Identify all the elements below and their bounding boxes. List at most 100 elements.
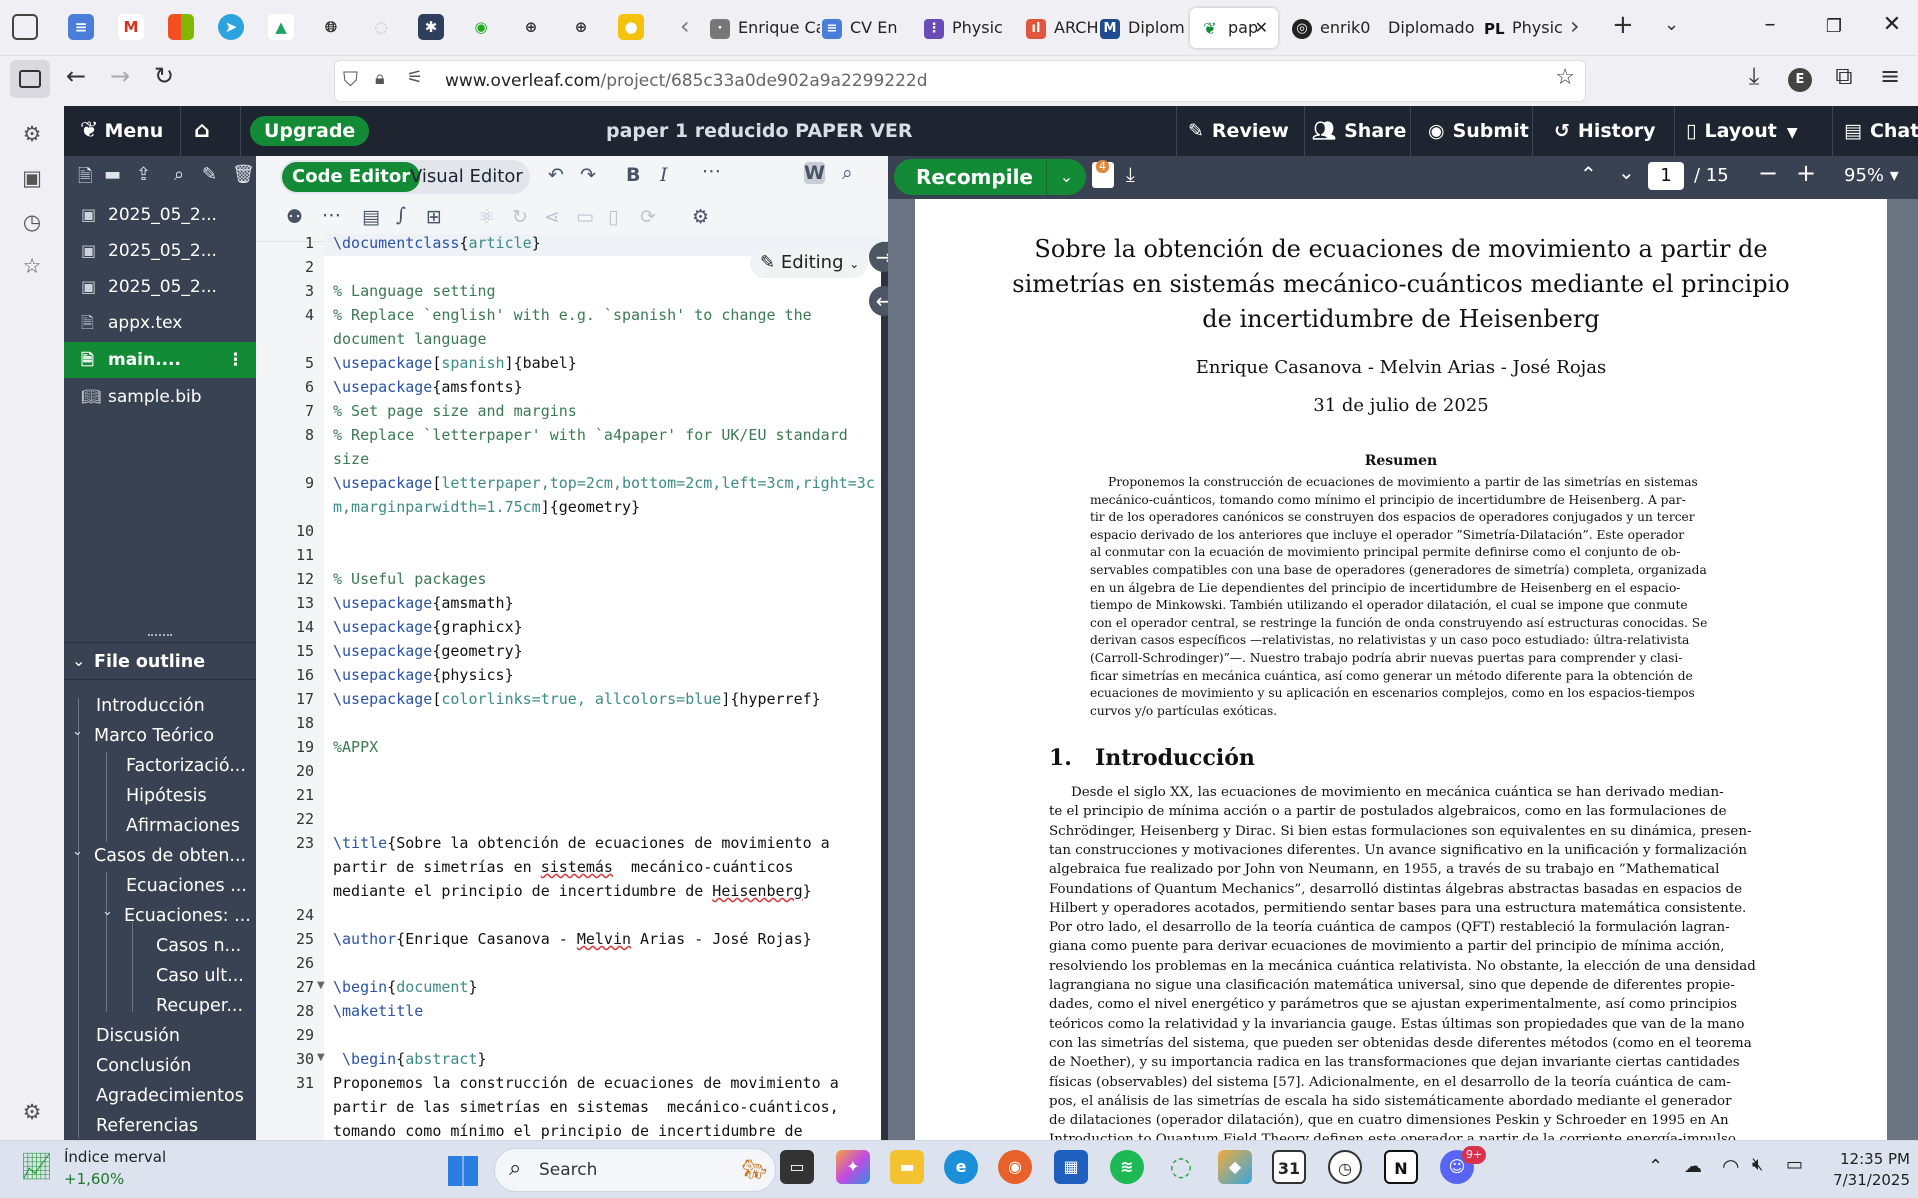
browser-tab[interactable]: Diplomado (1388, 8, 1478, 48)
bold-icon[interactable]: B (626, 164, 640, 186)
notion-icon[interactable]: N (1384, 1150, 1418, 1184)
history-clock-icon[interactable]: ◷ (19, 210, 45, 234)
share-button[interactable]: 👥︎ Share (1312, 106, 1406, 156)
firefox-icon[interactable]: ◉ (998, 1150, 1032, 1184)
code-line[interactable]: \usepackage{physics} (333, 666, 514, 684)
synced-tabs-icon[interactable]: ▣ (19, 166, 45, 190)
code-line[interactable]: mediante el principio de incertidumbre d… (333, 882, 812, 900)
outline-item[interactable]: Recuper... (156, 996, 254, 1016)
browser-tab[interactable]: M Diplom (1100, 8, 1200, 48)
page-number-input[interactable]: 1 (1648, 162, 1684, 190)
tree-resize-handle[interactable] (148, 634, 172, 638)
code-line[interactable]: \usepackage[colorlinks=true, allcolors=b… (333, 690, 821, 708)
tab-list-icon[interactable] (12, 14, 38, 40)
bookmarks-star-icon[interactable]: ☆ (19, 254, 45, 278)
code-line[interactable]: \usepackage{geometry} (333, 642, 523, 660)
outline-item[interactable]: Introducción (96, 696, 254, 716)
store-icon[interactable]: ▦ (1054, 1150, 1088, 1184)
spotify-icon[interactable]: ≋ (1110, 1150, 1144, 1184)
document-icon[interactable]: ▯ (608, 206, 618, 228)
table-icon[interactable]: ⊞ (426, 206, 442, 228)
forward-icon[interactable]: → (102, 62, 138, 90)
browser-tab[interactable]: ◎ enrik0 (1292, 8, 1390, 48)
visual-editor-toggle[interactable]: Visual Editor (410, 162, 523, 192)
download-pdf-icon[interactable]: ⤓ (1126, 162, 1135, 186)
editing-mode-dropdown[interactable]: ✎ Editing ⌄ (750, 248, 868, 278)
code-line[interactable]: partir de simetrías en sistemás mecánico… (333, 858, 794, 876)
app-menu-icon[interactable]: ≡ (1872, 62, 1908, 90)
file-item[interactable]: 📖︎ sample.bib (64, 380, 256, 414)
code-line[interactable]: size (333, 450, 369, 468)
photos-icon[interactable]: ◆ (1218, 1150, 1252, 1184)
browser-tab[interactable]: · Enrique Ca (710, 8, 820, 48)
task-view-icon[interactable]: ▭ (780, 1150, 814, 1184)
window-close-icon[interactable]: ✕ (1872, 12, 1912, 37)
outline-header[interactable]: ⌄ File outline (64, 642, 256, 680)
search-icon[interactable]: ⌕ (842, 162, 853, 184)
minimize-icon[interactable]: – (1750, 12, 1790, 37)
outline-item[interactable]: Ecuaciones: ... (124, 906, 254, 926)
gmail-icon[interactable]: M (118, 14, 144, 40)
globe-icon[interactable]: ⊕ (568, 14, 594, 40)
search-icon[interactable]: ⌕ (174, 164, 184, 185)
zoom-level-dropdown[interactable]: 95% ▾ (1844, 165, 1899, 186)
integral-math-icon[interactable]: ∫ (396, 204, 406, 226)
upgrade-button[interactable]: Upgrade (250, 116, 370, 146)
code-line[interactable]: document language (333, 330, 487, 348)
code-line[interactable]: \usepackage{amsfonts} (333, 378, 523, 396)
recompile-dropdown-icon[interactable]: ⌄ (1046, 159, 1086, 195)
layout-button[interactable]: ▯ Layout ▼ (1686, 106, 1798, 156)
project-title[interactable]: paper 1 reducido PAPER VER (606, 106, 913, 156)
redo-icon[interactable]: ↷ (580, 164, 596, 186)
file-explorer-icon[interactable]: ▬ (890, 1150, 924, 1184)
delete-icon[interactable]: 🗑︎ (232, 164, 255, 185)
ai-chatbot-icon[interactable]: ⚙︎ (19, 122, 45, 146)
tracking-shield-icon[interactable]: ⛉ (343, 67, 358, 91)
code-line[interactable]: \usepackage[spanish]{babel} (333, 354, 577, 372)
outline-item[interactable]: Ecuaciones ... (126, 876, 254, 896)
permissions-icon[interactable]: ⚟ (407, 67, 423, 88)
italic-icon[interactable]: I (660, 164, 668, 186)
back-icon[interactable]: ← (58, 62, 94, 90)
customize-sidebar-icon[interactable]: ⚙ (19, 1100, 45, 1124)
code-editor-toggle[interactable]: Code Editor (282, 162, 421, 192)
fold-arrow-icon[interactable]: ▼ (317, 980, 325, 991)
taskbar-search[interactable]: ⌕ Search 🐅︎ (494, 1148, 776, 1192)
restore-icon[interactable]: ❐ (1814, 16, 1854, 37)
browser-tab[interactable]: PL Physic (1484, 8, 1584, 48)
code-line[interactable]: \begin{document} (333, 978, 478, 996)
outline-item[interactable]: Discusión (96, 1026, 254, 1046)
url-bar[interactable]: ⛉ 🔒︎ ⚟ www.overleaf.com/project/685c33a0… (334, 60, 1586, 102)
horizontal-rule-icon[interactable]: ⋯ (322, 204, 341, 226)
logs-icon[interactable]: 4 (1092, 160, 1114, 188)
code-line[interactable]: Proponemos la construcción de ecuaciones… (333, 1074, 839, 1092)
outline-item[interactable]: Agradecimientos (96, 1086, 254, 1106)
code-line[interactable]: \author{Enrique Casanova - Melvin Arias … (333, 930, 812, 948)
tool-icon[interactable]: ⚛ (478, 206, 495, 228)
code-line[interactable]: partir de las simetrías en sistemas mecá… (333, 1098, 839, 1116)
next-page-icon[interactable]: ⌄ (1618, 160, 1635, 184)
windows-start-icon[interactable] (448, 1156, 478, 1186)
zoom-out-icon[interactable]: − (1758, 159, 1778, 187)
code-line[interactable]: % Replace `letterpaper' with `a4paper' f… (333, 426, 848, 444)
file-item[interactable]: ▣ 2025_05_2... (64, 270, 256, 304)
outline-item[interactable]: Referencias (96, 1116, 254, 1136)
sidebar-toggle-icon[interactable] (10, 60, 50, 98)
microsoft-icon[interactable] (168, 14, 194, 40)
loading-icon[interactable]: ◌ (368, 14, 394, 40)
copilot-icon[interactable]: ✦ (836, 1150, 870, 1184)
history-button[interactable]: ↺ History (1554, 106, 1656, 156)
code-line[interactable]: %APPX (333, 738, 378, 756)
file-item[interactable]: ▣ 2025_05_2... (64, 234, 256, 268)
sync-app-icon[interactable]: ◌ (1164, 1150, 1198, 1184)
onedrive-cloud-icon[interactable]: ☁ (1684, 1156, 1702, 1177)
downloads-icon[interactable]: ⤓ (1736, 62, 1772, 90)
file-item[interactable]: ▣ 2025_05_2... (64, 198, 256, 232)
settings-app-icon[interactable]: ✱ (418, 14, 444, 40)
globe-icon[interactable]: 🌐︎ (318, 14, 344, 40)
chevron-down-icon[interactable]: ⌄ (102, 904, 113, 919)
clock-app-icon[interactable]: ◷ (1328, 1150, 1362, 1184)
zoom-in-icon[interactable]: + (1796, 159, 1816, 187)
reload-icon[interactable]: ↻ (146, 62, 182, 90)
profile-avatar[interactable]: E (1788, 68, 1812, 92)
